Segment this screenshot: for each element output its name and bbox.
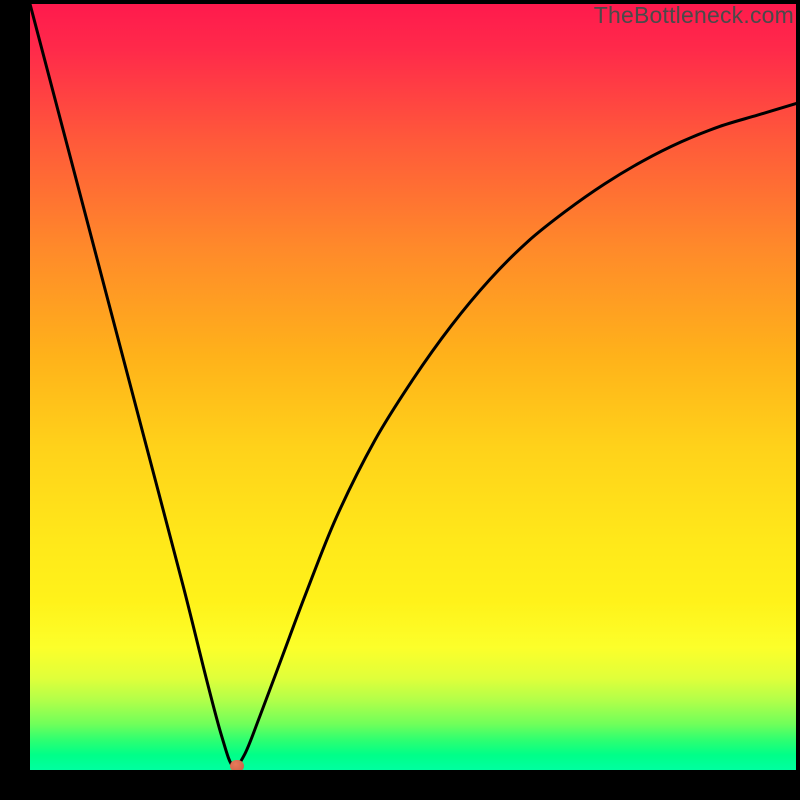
bottleneck-marker — [230, 760, 244, 770]
plot-area — [30, 4, 796, 770]
watermark-text: TheBottleneck.com — [594, 2, 794, 29]
bottleneck-curve — [30, 4, 796, 770]
chart-container: TheBottleneck.com — [0, 0, 800, 800]
